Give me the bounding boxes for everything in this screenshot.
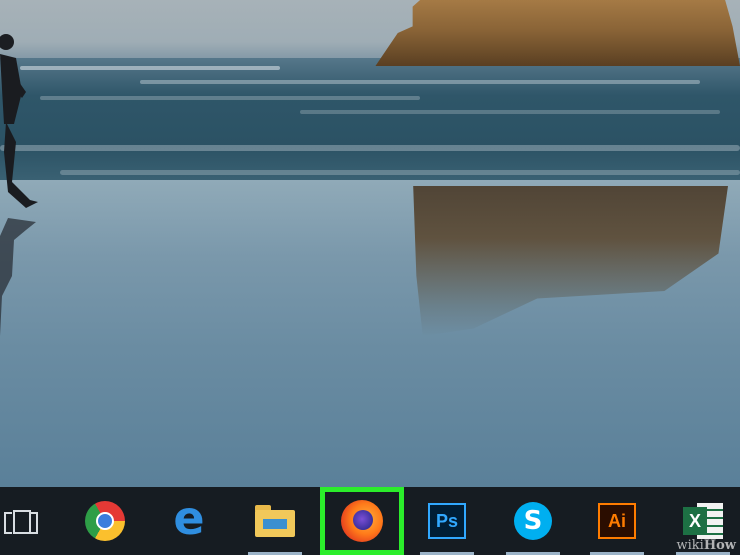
taskbar-firefox-button[interactable] — [320, 487, 404, 555]
wallpaper-wave — [60, 170, 740, 175]
taskbar-file-explorer-button[interactable] — [236, 487, 314, 555]
chrome-icon — [85, 501, 125, 541]
wallpaper-wave — [300, 110, 720, 114]
illustrator-icon: Ai — [598, 503, 636, 539]
folder-icon — [255, 505, 295, 537]
wallpaper-wave — [20, 66, 280, 70]
wallpaper-wave — [40, 96, 420, 100]
taskbar-photoshop-button[interactable]: Ps — [408, 487, 486, 555]
taskbar-illustrator-button[interactable]: Ai — [578, 487, 656, 555]
task-view-button[interactable] — [0, 487, 60, 555]
edge-icon: e — [173, 491, 205, 545]
taskbar-edge-button[interactable]: e — [150, 487, 228, 555]
wallpaper-rock — [375, 0, 740, 66]
taskbar-skype-button[interactable]: S — [494, 487, 572, 555]
wallpaper-wave — [140, 80, 700, 84]
firefox-icon — [341, 500, 383, 542]
taskbar-chrome-button[interactable] — [66, 487, 144, 555]
wallpaper-runner — [0, 34, 38, 208]
wallpaper-sea — [0, 58, 740, 183]
wikihow-watermark: wikiHow — [676, 538, 736, 553]
task-view-icon — [4, 508, 38, 534]
taskbar: e Ps S Ai X wikiHow — [0, 487, 740, 555]
wallpaper-runner-reflection — [0, 218, 36, 336]
excel-icon: X — [683, 503, 723, 539]
photoshop-icon: Ps — [428, 503, 466, 539]
desktop-wallpaper — [0, 0, 740, 487]
skype-icon: S — [514, 502, 552, 540]
wallpaper-wave — [0, 145, 740, 151]
